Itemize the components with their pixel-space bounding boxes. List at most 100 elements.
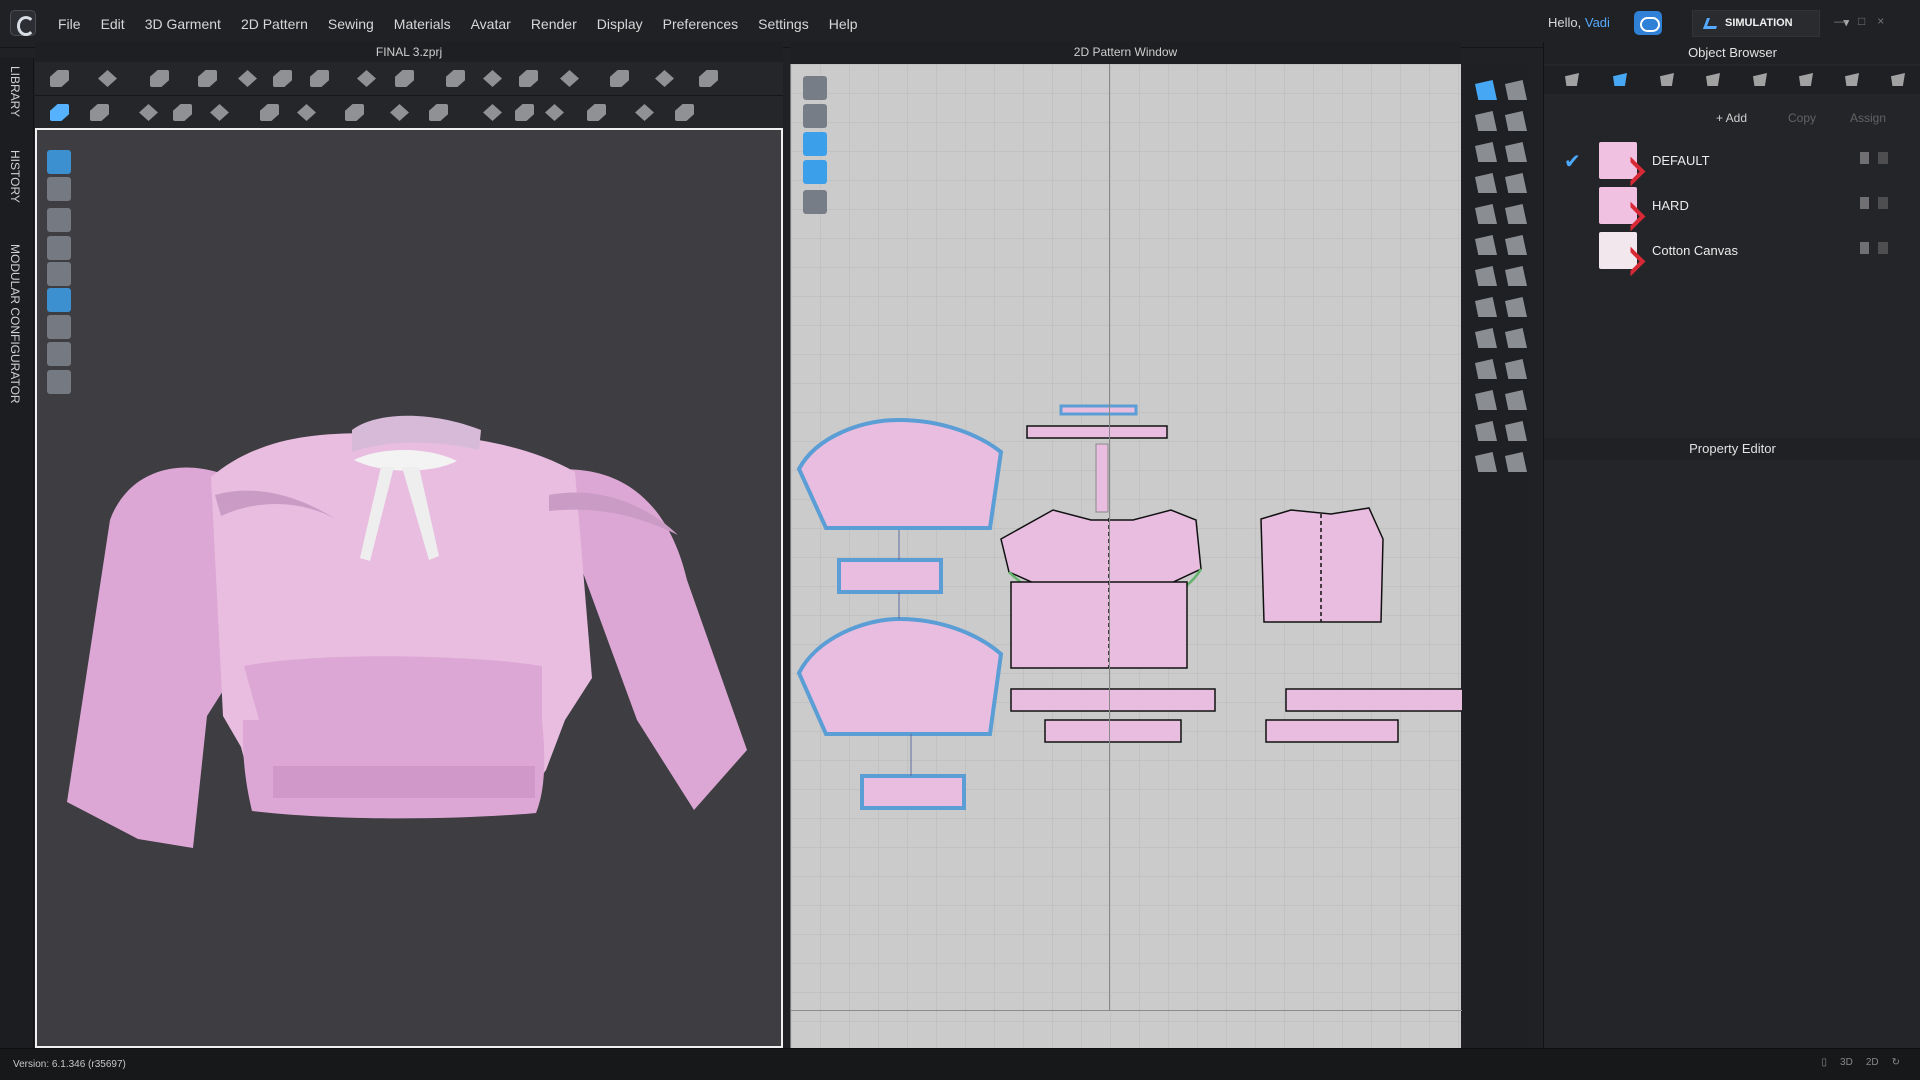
texture-icon[interactable] [429, 104, 448, 121]
select-mesh-icon[interactable] [1475, 80, 1497, 100]
view-globe-icon[interactable] [47, 370, 71, 394]
layer-tool-icon[interactable] [560, 70, 579, 87]
segment-tool-icon[interactable] [483, 70, 502, 87]
circle-icon[interactable] [1475, 173, 1497, 193]
zig-icon[interactable] [1505, 328, 1527, 348]
garment-tool-icon[interactable] [150, 70, 169, 87]
puckering-icon[interactable] [483, 104, 502, 121]
view-avatar-icon[interactable] [47, 236, 71, 260]
line-tab-icon[interactable] [1706, 73, 1720, 86]
menu-3d-garment[interactable]: 3D Garment [145, 16, 221, 32]
tab-history[interactable]: HISTORY [8, 150, 22, 203]
graphic-icon[interactable] [390, 104, 409, 121]
display-icon[interactable] [675, 104, 694, 121]
stitch-icon[interactable] [345, 104, 364, 121]
print-icon[interactable] [545, 104, 564, 121]
material-item-actions-icon[interactable] [1860, 152, 1894, 164]
tab-modular-configurator[interactable]: MODULAR CONFIGURATOR [8, 244, 22, 404]
line-tool-icon[interactable] [357, 70, 376, 87]
grade-icon[interactable] [1505, 266, 1527, 286]
extra-tool-icon[interactable] [1505, 452, 1527, 472]
menu-materials[interactable]: Materials [394, 16, 451, 32]
layout-icon[interactable]: ▯ [1822, 1057, 1828, 1068]
menu-help[interactable]: Help [829, 16, 858, 32]
internal-line-icon[interactable] [1475, 204, 1497, 224]
trim-icon[interactable] [173, 104, 192, 121]
zipper-icon[interactable] [260, 104, 279, 121]
view-shirt-icon[interactable] [47, 177, 71, 201]
view-head-icon[interactable] [47, 342, 71, 366]
pucker-tab-icon[interactable] [1799, 73, 1813, 86]
brush-tool-icon[interactable] [395, 70, 414, 87]
fold-icon[interactable] [1505, 235, 1527, 255]
ruler-icon[interactable] [1505, 297, 1527, 317]
minimize-icon[interactable]: — [1834, 14, 1846, 28]
sewing-pattern-icon[interactable] [1505, 421, 1527, 441]
fit-tool-icon[interactable] [610, 70, 629, 87]
menu-sewing[interactable]: Sewing [328, 16, 374, 32]
maximize-icon[interactable]: □ [1858, 14, 1865, 28]
cloud-sync-icon[interactable] [1634, 11, 1662, 35]
sewing-tool-icon[interactable] [446, 70, 465, 87]
menu-display[interactable]: Display [597, 16, 643, 32]
view-mannequin-icon[interactable] [47, 262, 71, 286]
pen-tool-icon[interactable] [699, 70, 718, 87]
add-material-button[interactable]: + Add [1716, 111, 1747, 125]
material-item-actions-icon[interactable] [1860, 197, 1894, 209]
avatar-tool-icon[interactable] [519, 70, 538, 87]
annotation-icon[interactable] [1505, 359, 1527, 379]
pattern-info-icon[interactable] [803, 132, 827, 156]
polygon-icon[interactable] [1475, 142, 1497, 162]
3d-viewport[interactable] [35, 128, 783, 1048]
edit-curve-icon[interactable] [1505, 111, 1527, 131]
fabric-icon[interactable] [515, 104, 534, 121]
text-icon[interactable] [1475, 359, 1497, 379]
more-tab-icon[interactable] [1891, 73, 1905, 86]
material-item-actions-icon[interactable] [1860, 242, 1894, 254]
material-item-cotton-canvas[interactable]: Cotton Canvas [1564, 228, 1904, 272]
button-tab-icon[interactable] [1660, 73, 1674, 86]
pattern-edit-icon[interactable] [803, 104, 827, 128]
view-3d-button[interactable]: 3D [1840, 1057, 1853, 1068]
topstitch-tab-icon[interactable] [1753, 73, 1767, 86]
knife-icon[interactable] [139, 104, 158, 121]
pattern-lock-icon[interactable] [803, 190, 827, 214]
assign-material-button[interactable]: Assign [1850, 111, 1886, 125]
pose-tool-icon[interactable] [98, 70, 117, 87]
button-icon[interactable] [210, 104, 229, 121]
material-item-default[interactable]: ✔ DEFAULT [1564, 138, 1904, 182]
draw-icon[interactable] [90, 104, 109, 121]
notch-icon[interactable] [1505, 204, 1527, 224]
pin-tool-icon[interactable] [273, 70, 292, 87]
menu-settings[interactable]: Settings [758, 16, 809, 32]
render-icon[interactable] [587, 104, 606, 121]
menu-edit[interactable]: Edit [101, 16, 125, 32]
arrangement-icon[interactable] [1475, 266, 1497, 286]
view-garment-icon[interactable] [47, 150, 71, 174]
measure-tool-icon[interactable] [310, 70, 329, 87]
transform-pattern-icon[interactable] [1475, 111, 1497, 131]
view-2d-button[interactable]: 2D [1866, 1057, 1879, 1068]
pattern-canvas[interactable] [790, 64, 1464, 1048]
tape-icon[interactable] [297, 104, 316, 121]
menu-avatar[interactable]: Avatar [471, 16, 511, 32]
avatar-pattern-icon[interactable] [1475, 421, 1497, 441]
view-pattern-icon[interactable] [47, 208, 71, 232]
grid-icon[interactable] [1475, 390, 1497, 410]
view-fold-icon[interactable] [47, 315, 71, 339]
menu-render[interactable]: Render [531, 16, 577, 32]
copy-material-button[interactable]: Copy [1788, 111, 1816, 125]
wave-icon[interactable] [1505, 390, 1527, 410]
user-name[interactable]: Vadi [1585, 15, 1610, 30]
rectangle-icon[interactable] [1505, 142, 1527, 162]
fabric-tab-icon[interactable] [1613, 73, 1627, 86]
seam-icon[interactable] [1475, 235, 1497, 255]
close-icon[interactable]: × [1877, 14, 1884, 28]
pattern-select-icon[interactable] [803, 76, 827, 100]
pattern-fabric-icon[interactable] [803, 160, 827, 184]
refresh-icon[interactable]: ↻ [1892, 1057, 1900, 1068]
dart-icon[interactable] [1505, 173, 1527, 193]
menu-2d-pattern[interactable]: 2D Pattern [241, 16, 308, 32]
fold-tool-icon[interactable] [198, 70, 217, 87]
menu-file[interactable]: File [58, 16, 81, 32]
